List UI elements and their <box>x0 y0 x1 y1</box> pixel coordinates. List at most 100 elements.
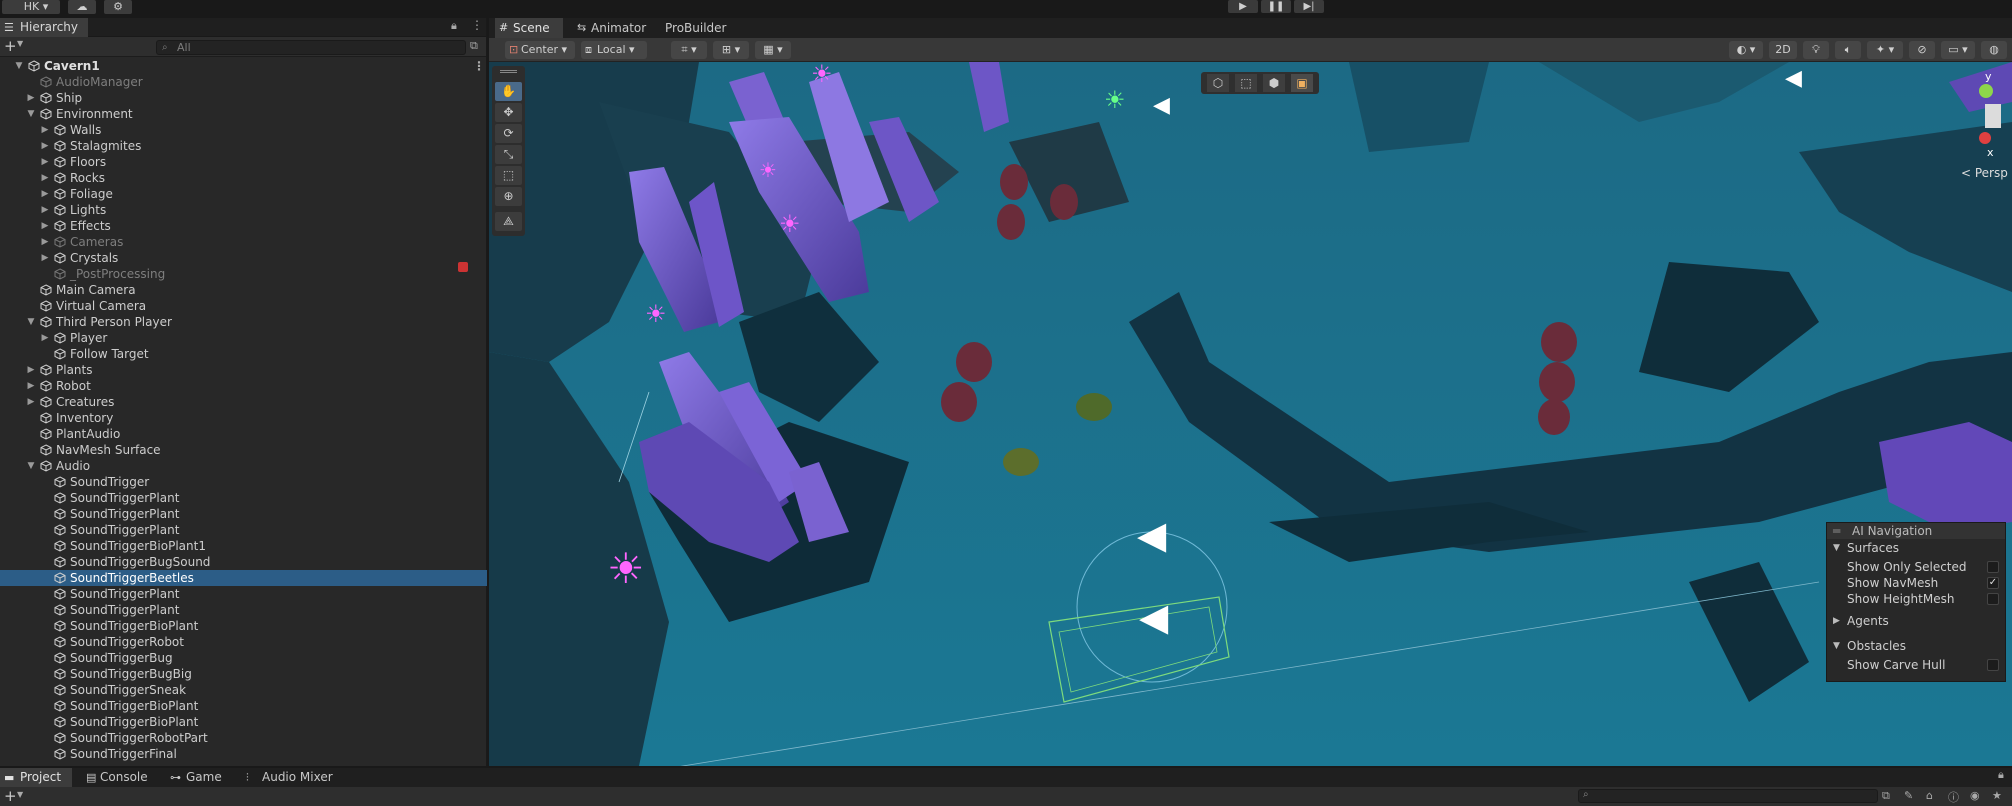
collapsed-arrow-icon[interactable]: ▶ <box>40 122 50 138</box>
hierarchy-item[interactable]: ▶ Creatures <box>0 394 487 410</box>
filter-icon[interactable]: ⧉ <box>470 39 478 53</box>
add-icon[interactable]: + <box>4 37 17 55</box>
expanded-arrow-icon[interactable]: ▼ <box>14 58 24 74</box>
chevron-down-icon[interactable]: ▼ <box>17 790 23 799</box>
scene-viewport[interactable]: ☀ ☀ ☀ ☀ ☀ ☀ ◀ ◀ ◀ ◀ ⬡ ⬚ ⬢ ▣ y x < Persp <box>489 62 2012 766</box>
collapsed-arrow-icon[interactable]: ▶ <box>40 234 50 250</box>
collapsed-arrow-icon[interactable]: ▶ <box>40 330 50 346</box>
hierarchy-item[interactable]: Follow Target <box>0 346 487 362</box>
collapsed-arrow-icon[interactable]: ▶ <box>40 154 50 170</box>
move-tool-button[interactable]: ✥ <box>495 103 522 122</box>
lock-icon[interactable]: 🔒︎ <box>451 19 457 33</box>
audio-source-icon[interactable]: ◀ <box>1137 516 1166 554</box>
expanded-arrow-icon[interactable]: ▼ <box>26 314 36 330</box>
persp-label[interactable]: < Persp <box>1961 166 2008 180</box>
ruler-snap-button[interactable]: ▦ ▾ <box>755 41 791 59</box>
filter-by-label-icon[interactable]: ✎ <box>1904 789 1913 802</box>
lock-icon[interactable]: 🔒︎ <box>1998 768 2004 782</box>
custom-tool-button[interactable]: ⟁ <box>495 212 522 231</box>
collapsed-arrow-icon[interactable]: ▶ <box>26 90 36 106</box>
hierarchy-item[interactable]: ▶ Cameras <box>0 234 487 250</box>
hierarchy-scrollbar[interactable] <box>478 58 484 758</box>
collapsed-arrow-icon[interactable]: ▶ <box>26 394 36 410</box>
show-only-selected-checkbox[interactable] <box>1987 561 1999 573</box>
pivot-space-dropdown[interactable]: ⧈ Local ▾ <box>581 41 647 59</box>
toggle-2d-button[interactable]: 2D <box>1769 41 1797 59</box>
hierarchy-item[interactable]: SoundTriggerBeetles <box>0 570 487 586</box>
account-dropdown[interactable]: HK ▾ <box>2 0 60 14</box>
hierarchy-item[interactable]: ▼ Third Person Player <box>0 314 487 330</box>
gizmos-dropdown[interactable]: ◍ <box>1981 41 2007 59</box>
hierarchy-item[interactable]: ▼ Cavern1 ⋮ <box>0 58 487 74</box>
tab-scene[interactable]: # Scene <box>495 18 563 38</box>
rect-select-icon[interactable]: ⬚ <box>1235 74 1257 92</box>
hierarchy-item[interactable]: ▶ Lights <box>0 202 487 218</box>
hierarchy-item[interactable]: ▶ Plants <box>0 362 487 378</box>
hierarchy-item[interactable]: SoundTriggerPlant <box>0 506 487 522</box>
audio-source-icon[interactable]: ◀ <box>1139 598 1168 636</box>
hierarchy-item[interactable]: SoundTriggerRobot <box>0 634 487 650</box>
hierarchy-item[interactable]: SoundTriggerPlant <box>0 490 487 506</box>
collapsed-arrow-icon[interactable]: ▶ <box>40 202 50 218</box>
filter-by-type-icon[interactable]: ⧉ <box>1882 789 1890 803</box>
effects-dropdown[interactable]: ✦ ▾ <box>1867 41 1903 59</box>
rotate-tool-button[interactable]: ⟳ <box>495 124 522 143</box>
hierarchy-item[interactable]: ▶ Walls <box>0 122 487 138</box>
show-carve-hull-checkbox[interactable] <box>1987 659 1999 671</box>
camera-dropdown[interactable]: ▭ ▾ <box>1941 41 1975 59</box>
hierarchy-item[interactable]: SoundTriggerPlant <box>0 522 487 538</box>
cube-outline-icon[interactable]: ⬢ <box>1263 74 1285 92</box>
tab-animator[interactable]: ⇆ Animator <box>573 18 655 38</box>
hierarchy-item[interactable]: SoundTriggerPlant <box>0 602 487 618</box>
hierarchy-item[interactable]: SoundTriggerFinal <box>0 746 487 762</box>
hierarchy-item[interactable]: SoundTriggerBugSound <box>0 554 487 570</box>
ai-navigation-title-bar[interactable]: ═ AI Navigation <box>1827 523 2005 539</box>
collapsed-arrow-icon[interactable]: ▶ <box>40 250 50 266</box>
eye-icon[interactable]: ◉ <box>1970 789 1980 802</box>
hierarchy-item[interactable]: SoundTriggerBioPlant1 <box>0 538 487 554</box>
hierarchy-item[interactable]: ▶ Crystals <box>0 250 487 266</box>
obstacles-foldout[interactable]: ▼ Obstacles <box>1827 638 2005 654</box>
snap-increment-button[interactable]: ⊞ ▾ <box>713 41 749 59</box>
tab-project[interactable]: ▬ Project <box>0 768 72 787</box>
audio-source-icon[interactable]: ◀ <box>1785 68 1802 90</box>
scale-tool-button[interactable]: ⤡ <box>495 145 522 164</box>
cloud-icon[interactable]: ☁ <box>68 0 96 14</box>
services-icon[interactable]: ⚙ <box>104 0 132 14</box>
warning-icon[interactable]: ⓘ <box>1948 789 1959 805</box>
hierarchy-item[interactable]: SoundTrigger <box>0 474 487 490</box>
tab-audio-mixer[interactable]: ⫶ Audio Mixer <box>244 768 334 787</box>
hierarchy-item[interactable]: ▶ Rocks <box>0 170 487 186</box>
hierarchy-item[interactable]: _PostProcessing <box>0 266 487 282</box>
project-search-input[interactable]: ⌕ <box>1578 789 1878 803</box>
hierarchy-item[interactable]: ▶ Floors <box>0 154 487 170</box>
hierarchy-item[interactable]: ▶ Effects <box>0 218 487 234</box>
transform-tool-button[interactable]: ⊕ <box>495 187 522 206</box>
hierarchy-item[interactable]: Main Camera <box>0 282 487 298</box>
collapsed-arrow-icon[interactable]: ▶ <box>40 138 50 154</box>
hierarchy-item[interactable]: ▼ Audio <box>0 458 487 474</box>
light-gizmo-icon[interactable]: ☀ <box>811 62 833 86</box>
tab-probuilder[interactable]: ProBuilder <box>665 18 745 38</box>
hierarchy-item[interactable]: Virtual Camera <box>0 298 487 314</box>
hierarchy-item[interactable]: SoundTriggerRobotPart <box>0 730 487 746</box>
audio-source-icon[interactable]: ◀ <box>1153 95 1170 117</box>
collapsed-arrow-icon[interactable]: ▶ <box>40 218 50 234</box>
pause-button[interactable]: ❚❚ <box>1261 0 1291 13</box>
tab-hierarchy[interactable]: ☰ Hierarchy <box>0 18 89 37</box>
light-gizmo-icon[interactable]: ☀ <box>645 302 667 326</box>
visibility-toggle-button[interactable]: ⊘ <box>1909 41 1935 59</box>
hierarchy-item[interactable]: ▶ Foliage <box>0 186 487 202</box>
hierarchy-item[interactable]: SoundTriggerSneak <box>0 682 487 698</box>
lighting-toggle-button[interactable]: 💡︎ <box>1803 41 1829 59</box>
show-heightmesh-checkbox[interactable] <box>1987 593 1999 605</box>
light-gizmo-green-icon[interactable]: ☀ <box>1104 88 1126 112</box>
chevron-down-icon[interactable]: ▼ <box>17 39 23 48</box>
hierarchy-item[interactable]: AudioManager <box>0 74 487 90</box>
hierarchy-item[interactable]: Inventory <box>0 410 487 426</box>
pivot-mode-dropdown[interactable]: ⊡ Center ▾ <box>505 41 575 59</box>
collapsed-arrow-icon[interactable]: ▶ <box>40 170 50 186</box>
hierarchy-item[interactable]: SoundTriggerPlant <box>0 586 487 602</box>
tab-console[interactable]: ▤ Console <box>82 768 154 787</box>
hierarchy-item[interactable]: SoundTriggerBioPlant <box>0 618 487 634</box>
